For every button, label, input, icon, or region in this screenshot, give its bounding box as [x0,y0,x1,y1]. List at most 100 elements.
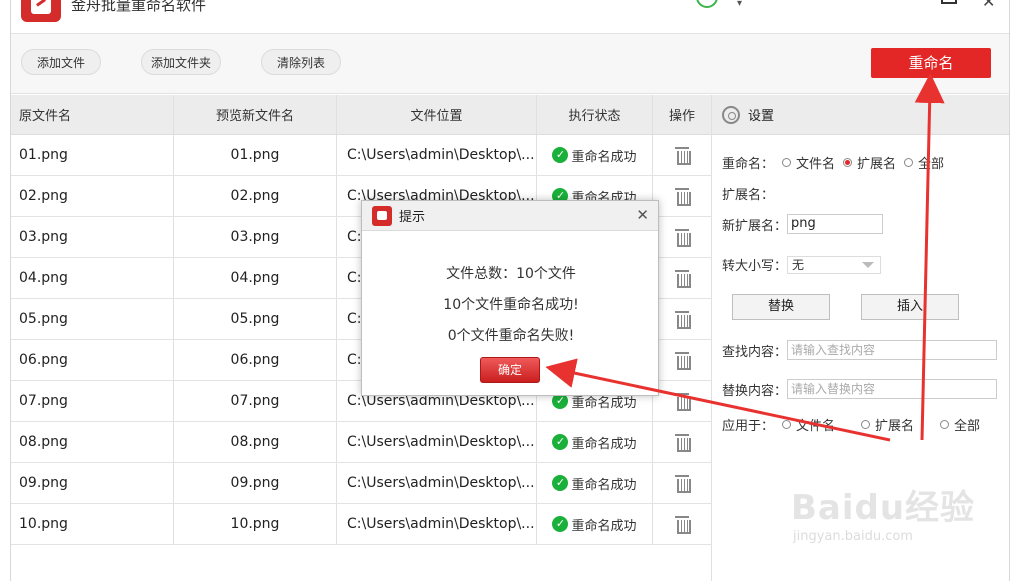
dialog-success-text: 10个文件重命名成功! [443,297,579,313]
radio-rename-all[interactable] [904,158,914,167]
trash-icon[interactable] [675,146,691,165]
cell-original-name: 07.png [11,381,174,421]
case-select[interactable]: 无 [787,255,882,274]
result-dialog: 提示 ✕ 文件总数：10个文件 10个文件重命名成功! 0个文件重命名失败! 确… [361,200,659,396]
cell-preview-name: 02.png [174,176,337,216]
table-row[interactable]: 09.png 09.png C:\Users\admin\Desktop\... ✓ 重… [11,463,711,504]
status-text: 重命名成功 [571,477,637,493]
cell-actions [653,381,711,421]
dialog-header: 提示 ✕ [362,201,658,231]
replace-label: 替换内容： [722,383,788,399]
cell-actions [653,463,711,503]
trash-icon[interactable] [675,392,691,411]
clear-list-button[interactable]: 清除列表 [261,49,341,75]
cell-original-name: 05.png [11,299,174,339]
trash-icon[interactable] [675,474,691,493]
header-status[interactable]: 执行状态 [537,95,653,134]
table-row[interactable]: 10.png 10.png C:\Users\admin\Desktop\... ✓ 重… [11,504,711,545]
cell-actions [653,340,711,380]
cell-preview-name: 04.png [174,258,337,298]
header-preview-name[interactable]: 预览新文件名 [174,95,337,134]
trash-icon[interactable] [675,310,691,329]
maximize-icon[interactable] [941,0,957,4]
insert-button[interactable]: 插入 [861,294,959,320]
radio-rename-filename-label[interactable]: 文件名 [796,153,835,172]
cell-actions [653,176,711,216]
cell-preview-name: 05.png [174,299,337,339]
radio-rename-filename[interactable] [782,158,792,167]
close-icon[interactable]: ✕ [982,0,995,11]
header-original-name[interactable]: 原文件名 [11,95,174,134]
extension-label: 扩展名： [722,188,775,203]
add-file-button[interactable]: 添加文件 [21,49,101,75]
cell-preview-name: 06.png [174,340,337,380]
trash-icon[interactable] [675,351,691,370]
dialog-total-text: 文件总数：10个文件 [446,266,576,282]
radio-apply-all[interactable] [940,420,950,429]
radio-apply-extension-label[interactable]: 扩展名 [875,415,914,434]
replace-input[interactable]: 请输入替换内容 [787,379,998,399]
cell-actions [653,422,711,462]
success-check-icon: ✓ [552,516,569,532]
dialog-ok-button[interactable]: 确定 [480,357,540,383]
radio-apply-filename-label[interactable]: 文件名 [796,415,835,434]
status-text: 重命名成功 [571,149,637,165]
cell-original-name: 04.png [11,258,174,298]
radio-apply-filename[interactable] [782,420,792,429]
cell-original-name: 02.png [11,176,174,216]
settings-header: 设置 [712,95,1009,135]
cell-location: C:\Users\admin\Desktop\... [337,504,537,544]
radio-apply-extension[interactable] [861,420,871,429]
rename-mode-label: 重命名： [722,157,775,172]
trash-icon[interactable] [675,433,691,452]
trash-icon[interactable] [675,228,691,247]
cell-actions [653,258,711,298]
gear-icon [722,105,740,124]
success-check-icon: ✓ [552,434,569,450]
user-status-icon[interactable] [696,0,718,8]
new-extension-label: 新扩展名： [722,218,788,234]
find-row: 查找内容： 请输入查找内容 [722,340,998,360]
apply-row: 应用于： 文件名 扩展名 全部 [722,415,980,434]
trash-icon[interactable] [675,515,691,534]
cell-location: C:\Users\admin\Desktop\... [337,463,537,503]
cell-status: ✓重命名成功 [537,463,653,503]
cell-status: ✓重命名成功 [537,422,653,462]
radio-rename-extension-label[interactable]: 扩展名 [857,153,896,172]
settings-title: 设置 [748,109,775,124]
header-location[interactable]: 文件位置 [337,95,537,134]
trash-icon[interactable] [675,269,691,288]
trash-icon[interactable] [675,187,691,206]
add-folder-button[interactable]: 添加文件夹 [141,49,221,75]
rename-button[interactable]: 重命名 [871,48,991,78]
radio-apply-all-label[interactable]: 全部 [954,415,980,434]
dialog-close-icon[interactable]: ✕ [636,206,649,224]
cell-preview-name: 03.png [174,217,337,257]
status-text: 重命名成功 [571,518,637,534]
header-actions: 操作 [668,109,695,124]
toolbar: 添加文件 添加文件夹 清除列表 重命名 [11,34,1009,94]
baidu-watermark: Baidu经验 jingyan.baidu.com [791,480,975,544]
title-bar: 金舟批量重命名软件 ▾ ✕ [11,0,1009,34]
watermark-brand: Baidu经验 [791,488,976,528]
dialog-failure-text: 0个文件重命名失败! [447,328,575,344]
cell-original-name: 08.png [11,422,174,462]
cell-actions [653,135,711,175]
cell-original-name: 01.png [11,135,174,175]
chevron-down-icon[interactable]: ▾ [737,0,742,9]
cell-original-name: 09.png [11,463,174,503]
cell-original-name: 03.png [11,217,174,257]
table-row[interactable]: 08.png 08.png C:\Users\admin\Desktop\... ✓ 重… [11,422,711,463]
replace-button[interactable]: 替换 [732,294,830,320]
cell-actions [653,217,711,257]
cell-preview-name: 01.png [174,135,337,175]
success-check-icon: ✓ [552,147,569,163]
find-label: 查找内容： [722,344,788,360]
cell-actions [653,299,711,339]
find-input[interactable]: 请输入查找内容 [787,340,998,360]
new-extension-input[interactable]: png [787,214,884,234]
dialog-logo-icon [372,205,392,226]
radio-rename-all-label[interactable]: 全部 [918,153,944,172]
radio-rename-extension[interactable] [843,158,853,167]
table-row[interactable]: 01.png 01.png C:\Users\admin\Desktop\... ✓ 重… [11,135,711,176]
